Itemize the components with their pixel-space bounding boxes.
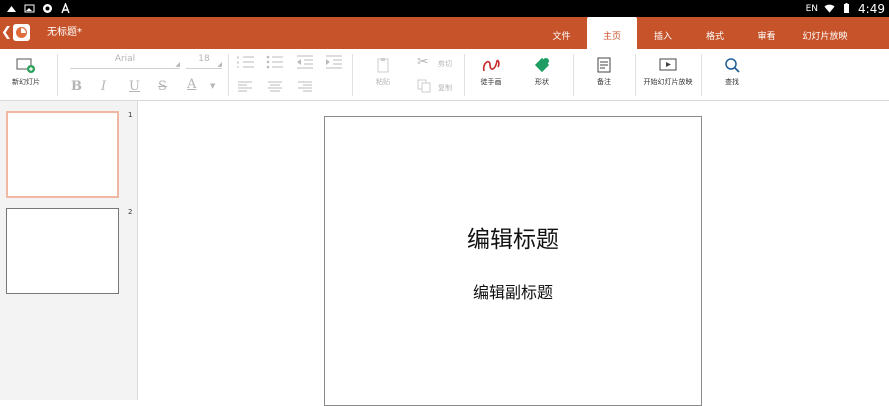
copy-label: 复制	[438, 84, 452, 92]
paste-button[interactable]: 粘贴	[371, 57, 395, 87]
slide-number-2: 2	[128, 208, 133, 216]
notification-icons	[6, 2, 71, 15]
find-button[interactable]: 查找	[719, 57, 745, 87]
copy-icon	[417, 79, 431, 93]
freehand-label: 徒手画	[480, 78, 502, 86]
separator	[464, 54, 465, 96]
slide-canvas: 编辑标题 编辑副标题	[138, 101, 889, 406]
align-center-icon[interactable]	[267, 81, 283, 93]
status-bar: EN 4:49	[0, 0, 889, 17]
upload-icon	[7, 6, 16, 12]
new-slide-button[interactable]: 新幻灯片	[8, 57, 44, 87]
slide-number-1: 1	[128, 111, 133, 119]
shapes-button[interactable]: 形状	[527, 57, 557, 87]
image-icon	[24, 4, 35, 13]
copy-button[interactable]: 复制	[417, 79, 457, 95]
subtitle-placeholder[interactable]: 编辑副标题	[325, 279, 701, 303]
scissors-icon: ✂	[417, 54, 429, 70]
battery-icon	[844, 3, 850, 13]
increase-indent-icon[interactable]	[325, 55, 343, 69]
clipboard-icon	[377, 58, 389, 73]
new-slide-icon	[16, 58, 35, 73]
font-name-select[interactable]: Arial ◢	[70, 54, 180, 69]
tab-review[interactable]: 审看	[741, 17, 792, 49]
italic-button[interactable]: I	[101, 79, 106, 94]
notes-button[interactable]: 备注	[590, 57, 618, 87]
decrease-indent-icon[interactable]	[296, 55, 314, 69]
bullet-list-icon[interactable]	[266, 55, 284, 69]
font-size-value: 18	[198, 54, 210, 64]
font-size-select[interactable]: 18 ◢	[186, 54, 222, 69]
paste-label: 粘贴	[376, 78, 390, 86]
font-color-button[interactable]: A	[187, 77, 196, 92]
tab-slideshow[interactable]: 幻灯片放映	[792, 17, 858, 49]
chevron-down-icon[interactable]: ▼	[210, 82, 215, 90]
input-language: EN	[805, 3, 819, 14]
tab-file[interactable]: 文件	[536, 17, 587, 49]
cut-label: 剪切	[438, 60, 452, 68]
new-slide-label: 新幻灯片	[12, 78, 40, 86]
slide-thumbnail-2[interactable]	[6, 208, 119, 294]
start-slideshow-label: 开始幻灯片放映	[643, 78, 693, 86]
separator	[701, 54, 702, 96]
tab-insert[interactable]: 插入	[637, 17, 689, 49]
app-a-icon	[61, 3, 70, 14]
play-screen-icon	[659, 58, 677, 71]
shapes-icon	[534, 57, 550, 73]
separator	[635, 54, 636, 96]
separator	[573, 54, 574, 96]
tab-home[interactable]: 主页	[587, 17, 637, 49]
back-button[interactable]: ❮	[1, 25, 12, 41]
slide-thumbnails-panel: 1 2	[0, 101, 138, 400]
bold-button[interactable]: B	[71, 79, 82, 94]
app-logo-icon	[13, 24, 30, 41]
align-right-icon[interactable]	[297, 81, 313, 93]
slide-thumbnail-1[interactable]	[6, 111, 119, 198]
find-label: 查找	[725, 78, 739, 86]
separator	[57, 54, 58, 96]
search-icon	[725, 58, 740, 73]
separator	[352, 54, 353, 96]
title-bar: ❮ 无标题* 文件 主页 插入 格式 审看 幻灯片放映	[0, 17, 889, 49]
numbered-list-icon[interactable]	[237, 55, 255, 69]
slide[interactable]: 编辑标题 编辑副标题	[324, 116, 702, 406]
browser-icon	[43, 4, 52, 13]
cut-button[interactable]: ✂ 剪切	[417, 54, 457, 70]
document-title[interactable]: 无标题*	[47, 26, 82, 40]
wifi-icon	[824, 4, 835, 13]
font-name-value: Arial	[114, 54, 136, 64]
align-left-icon[interactable]	[237, 81, 253, 93]
strikethrough-button[interactable]: S	[158, 79, 167, 94]
clock: 4:49	[858, 1, 885, 16]
underline-button[interactable]: U	[129, 79, 140, 94]
shapes-label: 形状	[535, 78, 549, 86]
ribbon-tabs: 文件 主页 插入 格式 审看 幻灯片放映	[536, 17, 858, 49]
tab-format[interactable]: 格式	[689, 17, 741, 49]
ribbon-toolbar: 新幻灯片 Arial ◢ 18 ◢ B I U S A ▼ 粘贴 ✂ 剪切 复制 徒手…	[0, 49, 889, 101]
title-placeholder[interactable]: 编辑标题	[325, 220, 701, 254]
notes-icon	[597, 57, 611, 73]
freehand-button[interactable]: 徒手画	[476, 57, 506, 87]
dropdown-corner-icon: ◢	[217, 61, 222, 68]
notes-label: 备注	[597, 78, 611, 86]
separator	[228, 54, 229, 96]
start-slideshow-button[interactable]: 开始幻灯片放映	[643, 57, 693, 87]
freehand-icon	[482, 59, 500, 72]
dropdown-corner-icon: ◢	[175, 61, 180, 68]
